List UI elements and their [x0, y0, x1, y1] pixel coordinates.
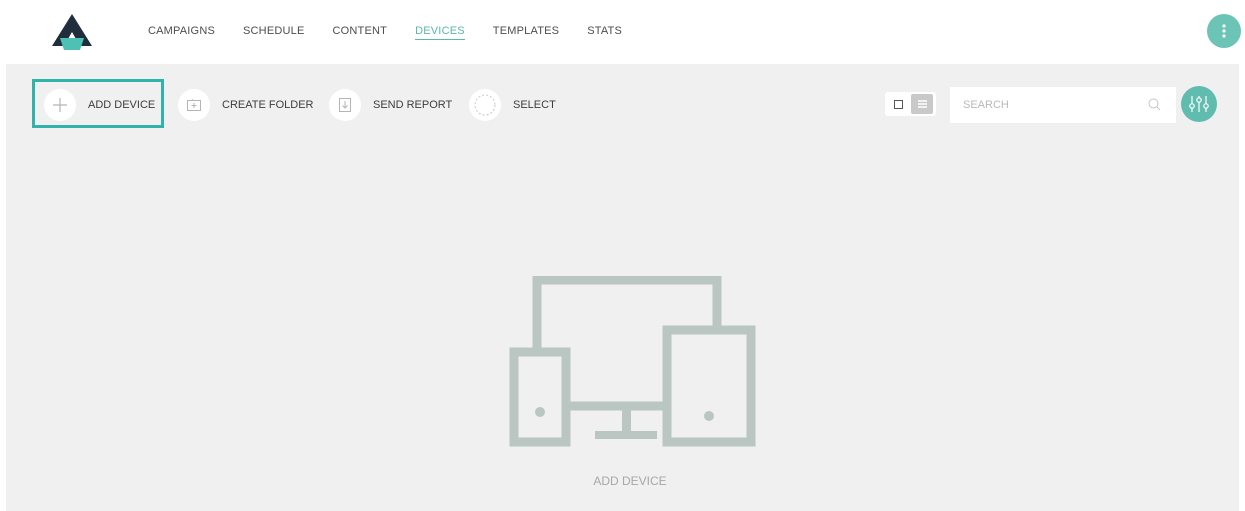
send-report-label: SEND REPORT	[373, 99, 453, 111]
nav-item-templates[interactable]: TEMPLATES	[493, 25, 559, 39]
empty-state-add-device-label[interactable]: ADD DEVICE	[530, 474, 730, 488]
view-mode-toggle	[885, 92, 936, 116]
filter-settings-button[interactable]	[1181, 86, 1217, 122]
nav-item-schedule[interactable]: SCHEDULE	[243, 25, 305, 39]
select-button[interactable]: SELECT	[469, 86, 556, 124]
devices-icon[interactable]	[502, 276, 756, 448]
nav-item-devices[interactable]: DEVICES	[415, 25, 465, 40]
search-input[interactable]	[963, 87, 1143, 123]
create-folder-label: CREATE FOLDER	[222, 99, 314, 111]
grid-view-icon[interactable]	[887, 94, 909, 114]
more-menu-button[interactable]	[1207, 14, 1241, 48]
nav-item-campaigns[interactable]: CAMPAIGNS	[148, 25, 215, 39]
add-device-label: ADD DEVICE	[88, 99, 156, 111]
folder-add-icon	[178, 89, 210, 121]
kebab-menu-icon	[1222, 24, 1226, 38]
app-logo-icon[interactable]	[52, 14, 92, 50]
nav-item-content[interactable]: CONTENT	[333, 25, 388, 39]
sliders-icon	[1189, 96, 1209, 112]
nav-item-stats[interactable]: STATS	[587, 25, 622, 39]
top-navigation-bar: CAMPAIGNS SCHEDULE CONTENT DEVICES TEMPL…	[0, 0, 1245, 64]
list-view-icon[interactable]	[911, 94, 933, 114]
add-device-button[interactable]: ADD DEVICE	[44, 86, 155, 124]
devices-main-panel: ADD DEVICE CREATE FOLDER SEND REPORT SEL…	[6, 64, 1239, 511]
main-nav: CAMPAIGNS SCHEDULE CONTENT DEVICES TEMPL…	[148, 0, 650, 64]
send-report-button[interactable]: SEND REPORT	[329, 86, 452, 124]
create-folder-button[interactable]: CREATE FOLDER	[178, 86, 313, 124]
select-dashed-circle-icon	[469, 89, 501, 121]
select-label: SELECT	[513, 99, 556, 111]
download-report-icon	[329, 89, 361, 121]
search-box	[950, 87, 1176, 123]
search-icon[interactable]	[1148, 98, 1161, 111]
plus-icon	[44, 89, 76, 121]
